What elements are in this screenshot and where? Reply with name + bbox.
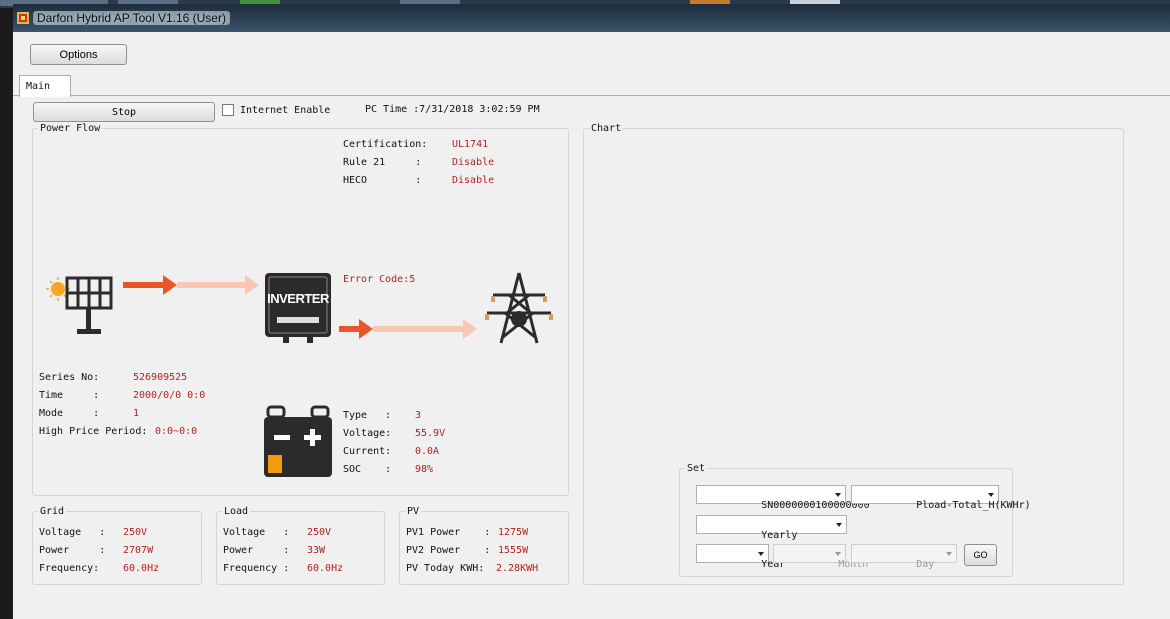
- mode-value: 1: [133, 408, 140, 419]
- mode-label: Mode :: [39, 408, 100, 419]
- battery-soc-value: 98%: [415, 464, 434, 475]
- set-title: Set: [685, 463, 708, 474]
- day-select[interactable]: Day: [851, 544, 957, 570]
- set-group: Set SN0000000100000000 Pload-Total_H(KWH…: [679, 463, 1031, 577]
- grid-power-label: Power :: [39, 545, 106, 556]
- pv2-power-label: PV2 Power :: [406, 545, 491, 556]
- time-label: Time :: [39, 390, 100, 401]
- pv-group: PV PV1 Power : 1275W PV2 Power : 1555W P…: [399, 506, 569, 585]
- battery-voltage-label: Voltage:: [343, 428, 392, 439]
- desktop-edge: [0, 596, 13, 619]
- grid-voltage-value: 250V: [123, 527, 148, 538]
- battery-type-label: Type :: [343, 410, 392, 421]
- window-title: Darfon Hybrid AP Tool V1.16 (User): [33, 11, 230, 25]
- go-button[interactable]: GO: [964, 544, 997, 566]
- load-title: Load: [222, 506, 251, 517]
- flow-arrow-icon: [339, 319, 477, 339]
- chevron-down-icon: [988, 493, 994, 497]
- solar-panel-icon: [46, 276, 113, 334]
- chevron-down-icon: [836, 523, 842, 527]
- battery-type-value: 3: [415, 410, 422, 421]
- pv1-power-label: PV1 Power :: [406, 527, 491, 538]
- certification-label: Certification:: [343, 139, 428, 150]
- internet-enable-label: Internet Enable: [240, 105, 331, 116]
- grid-group: Grid Voltage : 250V Power : 2707W Freque…: [32, 506, 202, 585]
- battery-icon: [264, 405, 332, 477]
- pv2-power-value: 1555W: [498, 545, 529, 556]
- grid-voltage-label: Voltage :: [39, 527, 106, 538]
- options-button[interactable]: Options: [30, 44, 127, 65]
- pc-time: PC Time :7/31/2018 3:02:59 PM: [365, 104, 540, 115]
- grid-frequency-label: Frequency:: [39, 563, 100, 574]
- period-select-value: Yearly: [761, 530, 798, 541]
- client-area: Options Main Stop Internet Enable PC Tim…: [13, 32, 1170, 619]
- error-code: Error Code:5: [343, 274, 416, 285]
- battery-soc-label: SOC :: [343, 464, 392, 475]
- title-bar[interactable]: Darfon Hybrid AP Tool V1.16 (User): [13, 4, 1170, 32]
- series-no-label: Series No:: [39, 372, 100, 383]
- power-flow-group: Power Flow Certification: UL1741 Rule 21…: [32, 123, 569, 496]
- period-select[interactable]: Yearly: [696, 515, 847, 541]
- time-value: 2000/0/0 0:0: [133, 390, 206, 401]
- serial-select[interactable]: SN0000000100000000: [696, 485, 870, 511]
- load-frequency-value: 60.0Hz: [307, 563, 344, 574]
- series-no-value: 526909525: [133, 372, 188, 383]
- pv-today-value: 2.28KWH: [496, 563, 539, 574]
- chart-title: Chart: [589, 123, 624, 134]
- chevron-down-icon: [835, 552, 841, 556]
- rule21-label: Rule 21 :: [343, 157, 422, 168]
- app-icon: [17, 12, 29, 24]
- inverter-label: INVERTER: [267, 291, 329, 306]
- load-group: Load Voltage : 250V Power : 33W Frequenc…: [216, 506, 385, 585]
- load-power-value: 33W: [307, 545, 326, 556]
- chevron-down-icon: [758, 552, 764, 556]
- rule21-value: Disable: [452, 157, 495, 168]
- metric-select[interactable]: Pload-Total_H(KWHr): [851, 485, 1031, 511]
- pv-title: PV: [405, 506, 422, 517]
- load-frequency-label: Frequency :: [223, 563, 290, 574]
- load-power-label: Power :: [223, 545, 290, 556]
- year-select[interactable]: Year: [696, 544, 785, 570]
- load-voltage-value: 250V: [307, 527, 332, 538]
- app-window: Darfon Hybrid AP Tool V1.16 (User) Optio…: [13, 4, 1170, 619]
- power-tower-icon: [485, 272, 553, 344]
- chevron-down-icon: [835, 493, 841, 497]
- battery-current-label: Current:: [343, 446, 392, 457]
- grid-title: Grid: [38, 506, 67, 517]
- chevron-down-icon: [946, 552, 952, 556]
- main-tab-page: Stop Internet Enable PC Time :7/31/2018 …: [19, 97, 1170, 619]
- grid-power-value: 2707W: [123, 545, 154, 556]
- high-price-value: 0:0~0:0: [155, 426, 198, 437]
- flow-arrow-icon: [123, 275, 259, 295]
- high-price-label: High Price Period:: [39, 426, 148, 437]
- battery-current-value: 0.0A: [415, 446, 440, 457]
- metric-select-value: Pload-Total_H(KWHr): [916, 500, 1031, 511]
- pv1-power-value: 1275W: [498, 527, 529, 538]
- grid-frequency-value: 60.0Hz: [123, 563, 160, 574]
- stop-button[interactable]: Stop: [33, 102, 215, 122]
- certification-value: UL1741: [452, 139, 489, 150]
- internet-enable-checkbox[interactable]: [222, 104, 234, 116]
- load-voltage-label: Voltage :: [223, 527, 290, 538]
- inverter-icon: INVERTER: [263, 271, 333, 345]
- day-select-value: Day: [916, 559, 935, 570]
- tab-strip: [13, 74, 1170, 96]
- heco-value: Disable: [452, 175, 495, 186]
- battery-voltage-value: 55.9V: [415, 428, 446, 439]
- pv-today-label: PV Today KWH:: [406, 563, 485, 574]
- month-select[interactable]: Month: [773, 544, 868, 570]
- heco-label: HECO :: [343, 175, 422, 186]
- power-flow-title: Power Flow: [38, 123, 103, 134]
- tab-main[interactable]: Main: [19, 75, 71, 98]
